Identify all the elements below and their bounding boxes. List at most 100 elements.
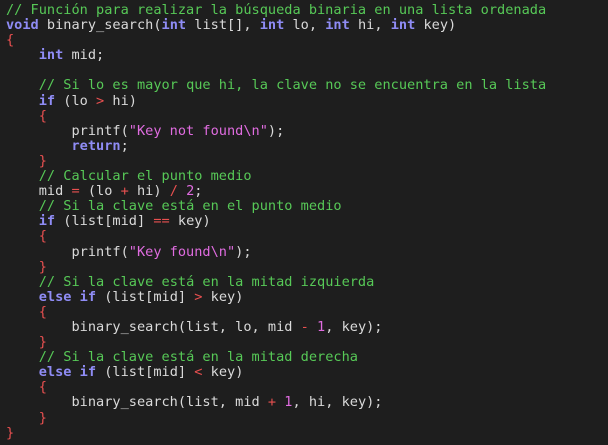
code-text: mid;	[63, 47, 105, 64]
code-comment: // Calcular el punto medio	[38, 168, 252, 185]
code-string: "Key not found\n"	[128, 122, 268, 139]
code-comment: // Si lo es mayor que hi, la clave no se…	[38, 77, 547, 94]
code-text: (list[mid]	[55, 213, 154, 230]
code-line[interactable]: }	[6, 335, 608, 350]
code-operator: >	[96, 92, 105, 109]
code-text: printf(	[6, 243, 129, 260]
code-text: ;	[194, 183, 203, 200]
code-line[interactable]: {	[6, 108, 608, 124]
code-keyword: return	[71, 137, 121, 154]
code-line[interactable]: if (lo > hi)	[6, 92, 608, 109]
code-line[interactable]: printf("Key not found\n");	[6, 122, 608, 139]
code-line[interactable]: // Función para realizar la búsqueda bin…	[6, 2, 608, 18]
code-line[interactable]: // Calcular el punto medio	[6, 168, 608, 185]
code-line[interactable]: int mid;	[6, 48, 608, 63]
code-keyword: void	[6, 17, 39, 34]
code-line[interactable]: }	[6, 424, 608, 441]
code-text: list[],	[186, 17, 260, 34]
code-line[interactable]: mid = (lo + hi) / 2;	[6, 184, 608, 199]
code-keyword: int	[161, 17, 187, 34]
code-text: (list[mid]	[96, 288, 195, 305]
code-text: lo,	[284, 17, 326, 34]
code-brace: {	[38, 303, 47, 320]
code-string: "Key found\n"	[128, 243, 236, 260]
code-text: printf(	[6, 122, 129, 139]
code-line[interactable]	[6, 63, 608, 78]
code-line[interactable]: // Si lo es mayor que hi, la clave no se…	[6, 78, 608, 93]
code-operator: =	[71, 183, 80, 200]
code-comment: // Si la clave está en el punto medio	[38, 198, 342, 215]
code-keyword: int	[38, 47, 64, 64]
code-text: (lo	[55, 92, 97, 109]
code-brace: }	[38, 409, 47, 426]
code-line[interactable]: {	[6, 380, 608, 395]
code-line[interactable]: // Si la clave está en la mitad izquierd…	[6, 273, 608, 290]
code-text: key)	[202, 288, 244, 305]
code-line[interactable]: printf("Key found\n");	[6, 243, 608, 260]
code-keyword: if	[38, 92, 56, 109]
code-keyword: int	[390, 17, 416, 34]
code-line[interactable]: }	[6, 152, 608, 169]
code-brace: {	[6, 32, 15, 49]
code-number: 1	[317, 318, 326, 335]
code-line[interactable]: {	[6, 303, 608, 320]
code-line[interactable]: void binary_search(int list[], int lo, i…	[6, 18, 608, 33]
code-line[interactable]: else if (list[mid] < key)	[6, 365, 608, 380]
code-text: (list[mid]	[96, 364, 195, 381]
code-text: (lo	[79, 183, 121, 200]
code-line[interactable]: binary_search(list, lo, mid - 1, key);	[6, 318, 608, 335]
code-line[interactable]: binary_search(list, mid + 1, hi, key);	[6, 395, 608, 410]
code-comment: // Función para realizar la búsqueda bin…	[6, 2, 547, 18]
code-operator: +	[267, 394, 277, 411]
code-text: ;	[120, 137, 129, 154]
code-brace: {	[38, 228, 47, 245]
code-line[interactable]: return;	[6, 137, 608, 154]
code-brace: }	[6, 424, 15, 441]
code-text: binary_search(	[38, 17, 162, 34]
code-text: , key);	[325, 318, 383, 335]
code-text: , hi, key);	[292, 394, 383, 411]
code-keyword: else if	[38, 288, 97, 305]
code-text: hi,	[349, 17, 391, 34]
code-line[interactable]: // Si la clave está en la mitad derecha	[6, 350, 608, 365]
code-text: );	[267, 122, 285, 139]
code-line[interactable]: }	[6, 409, 608, 426]
code-line[interactable]: if (list[mid] == key)	[6, 214, 608, 229]
code-brace: }	[38, 152, 47, 169]
code-comment: // Si la clave está en la mitad izquierd…	[38, 273, 375, 290]
code-text: key)	[202, 364, 244, 381]
code-text: hi)	[104, 92, 137, 109]
code-keyword: else if	[38, 364, 97, 381]
code-line[interactable]: }	[6, 258, 608, 275]
code-line[interactable]: // Si la clave está en el punto medio	[6, 199, 608, 214]
code-line[interactable]: {	[6, 33, 608, 48]
code-brace: }	[38, 258, 47, 275]
code-brace: }	[38, 334, 47, 351]
code-keyword: int	[259, 17, 285, 34]
code-text: mid	[6, 183, 72, 200]
code-line[interactable]: else if (list[mid] > key)	[6, 288, 608, 305]
code-line[interactable]: {	[6, 229, 608, 244]
code-operator: -	[300, 318, 309, 335]
code-editor[interactable]: // Función para realizar la búsqueda bin…	[0, 0, 608, 445]
code-operator: /	[169, 183, 178, 200]
